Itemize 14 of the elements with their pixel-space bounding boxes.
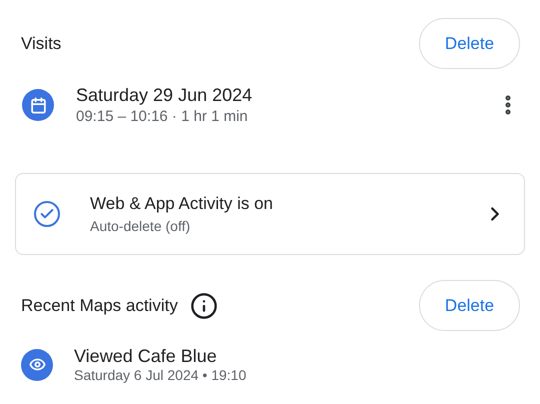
calendar-icon [22, 89, 54, 121]
activity-time: Saturday 6 Jul 2024 • 19:10 [74, 367, 246, 384]
section-title: Visits [21, 32, 62, 55]
delete-button[interactable]: Delete [419, 280, 520, 331]
visit-date: Saturday 29 Jun 2024 [76, 84, 254, 107]
activity-title: Viewed Cafe Blue [74, 345, 218, 367]
card-title: Web & App Activity is on [90, 193, 274, 215]
info-icon[interactable] [190, 292, 218, 320]
card-subtitle: Auto-delete (off) [90, 217, 192, 236]
activity-card[interactable]: Web & App Activity is on Auto-delete (off) [15, 173, 525, 255]
visit-time: 09:15 – 10:16 · 1 hr 1 min [76, 107, 249, 127]
eye-icon [21, 348, 53, 380]
section-title: Recent Maps activity [21, 294, 178, 317]
delete-button[interactable]: Delete [419, 18, 520, 69]
